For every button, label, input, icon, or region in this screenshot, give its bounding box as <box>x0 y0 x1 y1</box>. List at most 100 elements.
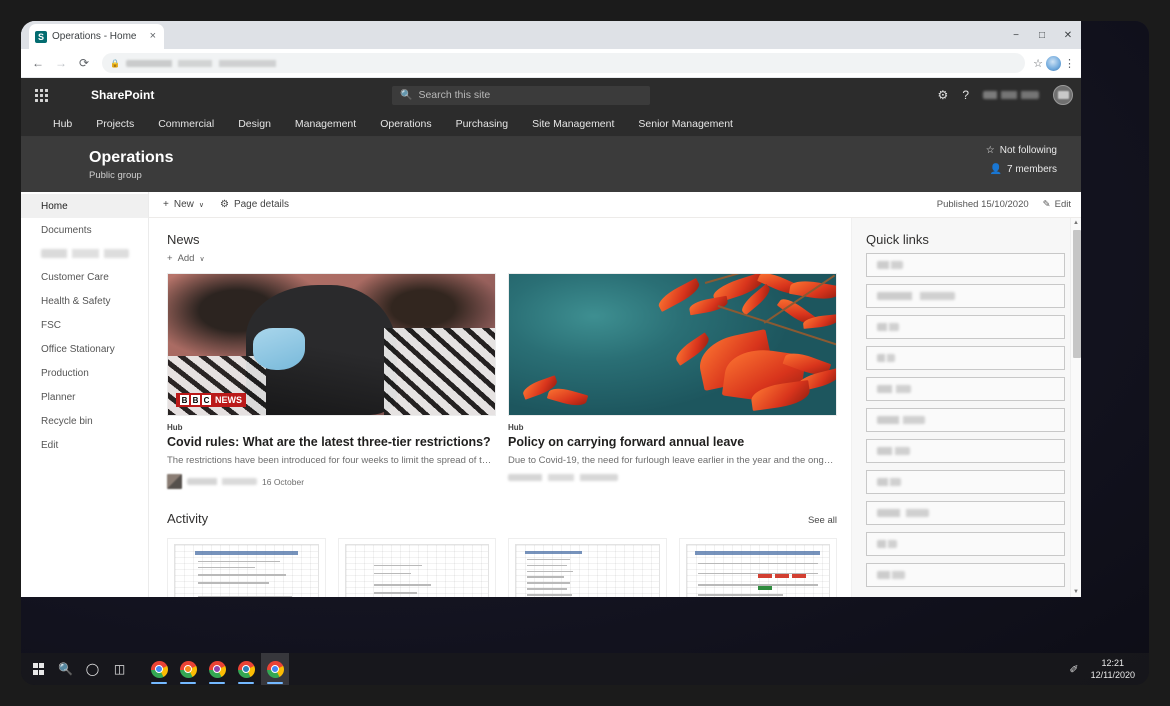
task-view-icon[interactable]: ◫ <box>106 653 133 685</box>
search-input[interactable]: 🔍 Search this site <box>392 86 650 105</box>
covid-mask-photo[interactable]: B B C NEWS <box>167 273 496 416</box>
members-button[interactable]: 👤 7 members <box>990 164 1057 175</box>
page-details-button[interactable]: ⚙ Page details <box>212 194 297 216</box>
scroll-up-icon[interactable]: ▲ <box>1073 220 1079 226</box>
published-status: Published 15/10/2020 <box>937 199 1029 210</box>
bookmark-star-icon[interactable]: ☆ <box>1033 57 1043 70</box>
sidebar-item-production[interactable]: Production <box>21 361 148 385</box>
minimize-button[interactable]: − <box>1003 21 1029 49</box>
see-all-link[interactable]: See all <box>808 515 837 526</box>
maximize-button[interactable]: □ <box>1029 21 1055 49</box>
quick-link-item[interactable] <box>866 284 1065 308</box>
chrome-window-1[interactable] <box>145 653 173 685</box>
clock-date: 12/11/2020 <box>1091 670 1135 680</box>
hubnav-item-commercial[interactable]: Commercial <box>146 112 226 137</box>
help-icon[interactable]: ? <box>962 88 969 102</box>
spreadsheet-header-band <box>695 551 820 555</box>
hubnav-item-design[interactable]: Design <box>226 112 283 137</box>
spreadsheet-row-line <box>198 596 292 597</box>
sidebar-item-recycle-bin[interactable]: Recycle bin <box>21 409 148 433</box>
activity-card[interactable]: X <box>338 538 497 597</box>
spreadsheet-status-cell <box>792 574 806 578</box>
chrome-window-2[interactable] <box>174 653 202 685</box>
news-card: Hub Policy on carrying forward annual le… <box>508 273 837 489</box>
browser-menu-icon[interactable]: ⋮ <box>1064 57 1074 70</box>
pen-icon[interactable]: ✐ <box>1069 663 1078 676</box>
quick-link-item[interactable] <box>866 346 1065 370</box>
app-launcher-icon[interactable] <box>25 89 57 102</box>
sidebar-item-planner[interactable]: Planner <box>21 385 148 409</box>
address-bar[interactable]: 🔒 <box>102 53 1025 73</box>
sidebar-item-fsc[interactable]: FSC <box>21 313 148 337</box>
quick-link-item[interactable] <box>866 377 1065 401</box>
news-title[interactable]: Policy on carrying forward annual leave <box>508 434 837 450</box>
sharepoint-brand[interactable]: SharePoint <box>91 88 154 102</box>
page-scrollbar[interactable]: ▲ ▼ <box>1070 218 1081 597</box>
quick-links-panel: Quick links <box>851 218 1081 597</box>
scroll-down-icon[interactable]: ▼ <box>1073 589 1079 595</box>
autumn-leaves-photo[interactable] <box>508 273 837 416</box>
author-name-redacted <box>508 474 618 481</box>
browser-tab[interactable]: Operations - Home × <box>29 24 164 49</box>
close-button[interactable]: ✕ <box>1055 21 1081 49</box>
gear-icon[interactable]: ⚙ <box>938 88 949 102</box>
spreadsheet-row-line <box>698 563 818 565</box>
user-avatar[interactable] <box>1053 85 1073 105</box>
hubnav-item-management[interactable]: Management <box>283 112 368 137</box>
reload-icon[interactable]: ⟳ <box>74 53 94 73</box>
activity-card[interactable]: X <box>508 538 667 597</box>
chrome-window-3[interactable] <box>203 653 231 685</box>
quick-link-item[interactable] <box>866 439 1065 463</box>
hubnav-item-purchasing[interactable]: Purchasing <box>444 112 521 137</box>
start-button[interactable] <box>25 653 52 685</box>
follow-button[interactable]: ☆ Not following <box>986 145 1057 156</box>
sidebar-item-office-stationary[interactable]: Office Stationary <box>21 337 148 361</box>
add-news-button[interactable]: + Add ∨ <box>167 253 837 264</box>
hubnav-item-site-management[interactable]: Site Management <box>520 112 626 137</box>
news-meta: 16 October <box>167 474 496 489</box>
sidebar-item-documents[interactable]: Documents <box>21 218 148 242</box>
activity-card[interactable]: X <box>679 538 838 597</box>
hubnav-item-operations[interactable]: Operations <box>368 112 443 137</box>
quick-link-item[interactable] <box>866 408 1065 432</box>
quick-link-item[interactable] <box>866 253 1065 277</box>
page-canvas: News + Add ∨ <box>149 218 1081 597</box>
browser-profile-avatar[interactable] <box>1046 56 1061 71</box>
spreadsheet-row-line <box>198 567 255 569</box>
quick-link-item[interactable] <box>866 470 1065 494</box>
activity-card[interactable]: X <box>167 538 326 597</box>
quick-link-item[interactable] <box>866 563 1065 587</box>
tab-close-icon[interactable]: × <box>148 31 158 42</box>
scrollbar-thumb[interactable] <box>1073 230 1081 358</box>
hubnav-item-projects[interactable]: Projects <box>84 112 146 137</box>
spreadsheet-row-line <box>374 592 417 594</box>
star-icon: ☆ <box>986 145 995 156</box>
cortana-icon[interactable]: ◯ <box>79 653 106 685</box>
edit-page-button[interactable]: ✎ Edit <box>1043 199 1071 210</box>
suite-bar-actions: ⚙ ? <box>938 85 1073 105</box>
quick-link-item[interactable] <box>866 501 1065 525</box>
hubnav-item-hub[interactable]: Hub <box>41 112 84 137</box>
quick-link-item[interactable] <box>866 532 1065 556</box>
new-button[interactable]: + New ∨ <box>155 194 212 216</box>
sharepoint-favicon-icon <box>35 31 47 43</box>
excel-document-thumbnail-2 <box>345 544 490 597</box>
news-title[interactable]: Covid rules: What are the latest three-t… <box>167 434 496 450</box>
spreadsheet-row-line <box>198 561 281 563</box>
lock-icon: 🔒 <box>110 59 120 68</box>
sidebar-item-redacted[interactable] <box>41 249 129 258</box>
taskbar-search-icon[interactable]: 🔍 <box>52 653 79 685</box>
sidebar-item-customer-care[interactable]: Customer Care <box>21 265 148 289</box>
sidebar-item-home[interactable]: Home <box>21 194 148 218</box>
chrome-window-5[interactable] <box>261 653 289 685</box>
clock[interactable]: 12:21 12/11/2020 <box>1091 657 1135 681</box>
forward-icon[interactable]: → <box>51 53 71 73</box>
spreadsheet-row-line <box>374 584 431 586</box>
hubnav-item-senior-management[interactable]: Senior Management <box>626 112 745 137</box>
back-icon[interactable]: ← <box>28 53 48 73</box>
sidebar-item-edit[interactable]: Edit <box>21 433 148 457</box>
activity-section-title: Activity <box>167 511 208 526</box>
chrome-window-4[interactable] <box>232 653 260 685</box>
sidebar-item-health-safety[interactable]: Health & Safety <box>21 289 148 313</box>
quick-link-item[interactable] <box>866 315 1065 339</box>
